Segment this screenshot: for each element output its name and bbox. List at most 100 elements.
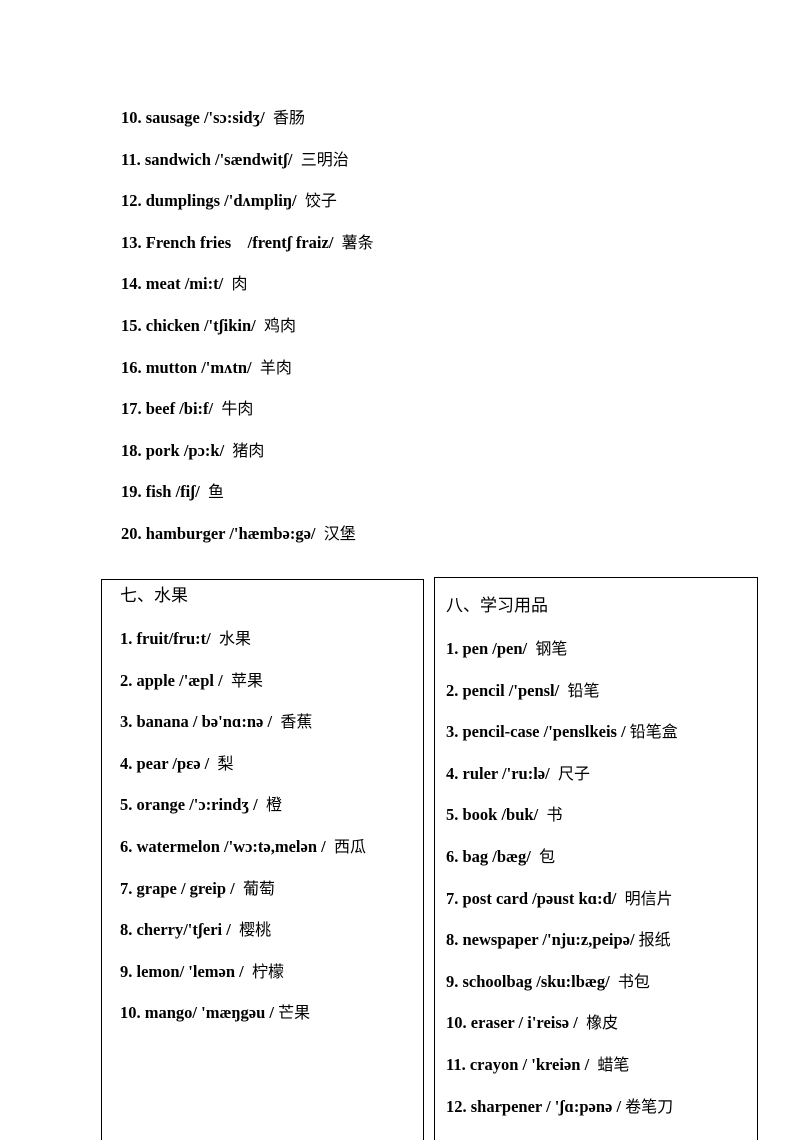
school-supplies-section-box: 八、学习用品 1. pen /pen/ 钢笔 2. pencil /'pensl/… xyxy=(434,577,758,1140)
vocab-item: 9. lemon/ 'lemən / 柠檬 xyxy=(120,962,284,982)
vocab-meaning: 芒果 xyxy=(278,1003,311,1023)
vocab-entry: 7. grape / greip / xyxy=(120,878,239,898)
vocab-word: meat xyxy=(145,274,181,294)
vocab-item: 4. ruler /'ru:lə/ 尺子 xyxy=(446,764,590,784)
vocab-phonetic: /mi:t/ xyxy=(184,274,224,294)
vocab-item: 8. newspaper /'nju:z,peipə/ 报纸 xyxy=(446,930,671,950)
vocab-meaning: 葡萄 xyxy=(242,878,275,898)
vocab-entry: 12. sharpener / 'ʃɑ:pənə / xyxy=(446,1096,622,1116)
vocab-number: 20. xyxy=(121,524,142,543)
vocab-entry: 3. banana / bə'nɑ:nə / xyxy=(120,712,277,732)
vocab-word: sausage xyxy=(145,108,200,127)
vocab-meaning: 蜡笔 xyxy=(597,1055,630,1074)
vocab-number: 14. xyxy=(121,274,142,294)
vocab-phonetic: /'sændwitʃ/ xyxy=(215,149,293,169)
vocab-entry: 5. orange /'ɔ:rindʒ / xyxy=(120,795,262,815)
vocab-number: 19. xyxy=(121,482,142,502)
vocab-item: 16. mutton /'mʌtn/ 羊肉 xyxy=(121,358,292,378)
vocab-meaning: 卷笔刀 xyxy=(625,1096,674,1116)
vocab-item: 12. dumplings /'dʌmpliŋ/ 饺子 xyxy=(121,191,337,211)
vocab-item: 18. pork /pɔ:k/ 猪肉 xyxy=(121,441,264,461)
vocab-entry: 3. pencil-case /'penslkeis / xyxy=(446,722,626,742)
vocab-word: fish xyxy=(145,482,172,502)
vocab-number: 16. xyxy=(121,357,142,377)
vocab-item: 6. watermelon /'wɔ:tə,melən / 西瓜 xyxy=(120,837,366,857)
vocab-meaning: 香肠 xyxy=(272,108,305,127)
vocab-meaning: 报纸 xyxy=(638,930,671,950)
vocab-word: French fries xyxy=(145,232,232,252)
vocab-meaning: 薯条 xyxy=(341,232,374,252)
vocab-meaning: 肉 xyxy=(231,274,248,294)
vocab-item: 5. book /buk/ 书 xyxy=(446,805,562,825)
vocab-number: 17. xyxy=(121,399,142,419)
vocab-word: pork xyxy=(145,440,180,460)
vocab-item: 17. beef /bi:f/ 牛肉 xyxy=(121,399,253,419)
vocab-meaning: 梨 xyxy=(217,753,234,773)
vocab-item: 4. pear /pɛə / 梨 xyxy=(120,754,234,774)
vocab-meaning: 明信片 xyxy=(624,888,673,908)
vocab-item: 10. eraser / i'reisə / 橡皮 xyxy=(446,1013,618,1033)
vocab-item: 19. fish /fiʃ/ 鱼 xyxy=(121,482,224,502)
vocab-phonetic: /'tʃikin/ xyxy=(203,316,256,335)
vocab-word: hamburger xyxy=(145,524,226,543)
vocab-item: 11. crayon / 'kreiən / 蜡笔 xyxy=(446,1055,629,1075)
vocab-meaning: 香蕉 xyxy=(280,712,313,732)
vocab-entry: 8. newspaper /'nju:z,peipə/ xyxy=(446,930,635,950)
vocab-item: 2. apple /'æpl / 苹果 xyxy=(120,671,263,691)
vocab-entry: 9. lemon/ 'lemən / xyxy=(120,961,248,981)
vocab-meaning: 鱼 xyxy=(208,482,225,502)
vocab-entry: 1. fruit/fru:t/ xyxy=(120,629,215,648)
vocab-number: 10. xyxy=(121,108,142,127)
fruits-heading: 七、水果 xyxy=(120,586,188,606)
vocab-number: 11. xyxy=(121,149,141,169)
vocab-meaning: 猪肉 xyxy=(232,440,265,460)
vocab-phonetic: /bi:f/ xyxy=(179,399,214,419)
vocab-item: 9. schoolbag /sku:lbæg/ 书包 xyxy=(446,972,650,992)
vocab-phonetic: /frentʃ fraiz/ xyxy=(235,232,334,252)
vocab-meaning: 饺子 xyxy=(304,191,337,211)
vocab-phonetic: /'sɔ:sidʒ/ xyxy=(203,108,265,127)
vocab-phonetic: /'hæmbə:gə/ xyxy=(229,524,316,543)
vocab-meaning: 尺子 xyxy=(557,763,590,783)
vocab-entry: 2. apple /'æpl / xyxy=(120,670,227,690)
vocab-entry: 10. eraser / i'reisə / xyxy=(446,1013,582,1033)
vocab-number: 15. xyxy=(121,316,142,335)
vocab-word: chicken xyxy=(145,316,200,335)
vocab-word: mutton xyxy=(145,357,198,377)
vocab-phonetic: /'dʌmpliŋ/ xyxy=(224,191,297,211)
vocab-item: 3. pencil-case /'penslkeis / 铅笔盒 xyxy=(446,722,678,742)
vocab-meaning: 柠檬 xyxy=(251,961,284,981)
vocab-meaning: 羊肉 xyxy=(259,357,292,377)
vocab-meaning: 钢笔 xyxy=(535,639,568,658)
vocab-item: 10. mango/ 'mæŋgəu / 芒果 xyxy=(120,1003,310,1023)
vocab-item: 2. pencil /'pensl/ 铅笔 xyxy=(446,681,600,701)
vocab-item: 13. French fries /frentʃ fraiz/ 薯条 xyxy=(121,233,374,253)
vocab-phonetic: /fiʃ/ xyxy=(175,482,200,502)
vocab-word: beef xyxy=(145,399,176,419)
vocab-entry: 2. pencil /'pensl/ xyxy=(446,680,564,700)
vocab-item: 14. meat /mi:t/ 肉 xyxy=(121,274,247,294)
vocab-entry: 4. ruler /'ru:lə/ xyxy=(446,763,554,783)
vocab-meaning: 书包 xyxy=(617,971,650,991)
vocab-number: 18. xyxy=(121,440,142,460)
vocab-item: 8. cherry/'tʃeri / 樱桃 xyxy=(120,920,271,940)
vocab-item: 1. fruit/fru:t/ 水果 xyxy=(120,629,251,649)
vocab-meaning: 樱桃 xyxy=(239,920,272,940)
vocab-number: 13. xyxy=(121,232,142,252)
vocab-item: 7. post card /pəust kɑ:d/ 明信片 xyxy=(446,889,673,909)
vocab-item: 7. grape / greip / 葡萄 xyxy=(120,879,275,899)
vocab-meaning: 苹果 xyxy=(230,670,263,690)
vocab-meaning: 西瓜 xyxy=(333,837,366,856)
vocab-phonetic: /'mʌtn/ xyxy=(201,357,252,377)
vocab-meaning: 橡皮 xyxy=(586,1013,619,1033)
vocab-entry: 6. bag /bæg/ xyxy=(446,847,535,866)
vocab-entry: 5. book /buk/ xyxy=(446,805,543,825)
vocab-entry: 11. crayon / 'kreiən / xyxy=(446,1055,594,1074)
vocab-meaning: 橙 xyxy=(265,795,282,815)
vocab-entry: 10. mango/ 'mæŋgəu / xyxy=(120,1003,275,1023)
fruits-section-box: 七、水果 1. fruit/fru:t/ 水果 2. apple /'æpl / … xyxy=(101,579,424,1140)
vocab-meaning: 汉堡 xyxy=(323,524,356,543)
vocab-entry: 1. pen /pen/ xyxy=(446,639,532,658)
vocab-item: 6. bag /bæg/ 包 xyxy=(446,847,555,867)
vocab-item: 15. chicken /'tʃikin/ 鸡肉 xyxy=(121,316,296,336)
